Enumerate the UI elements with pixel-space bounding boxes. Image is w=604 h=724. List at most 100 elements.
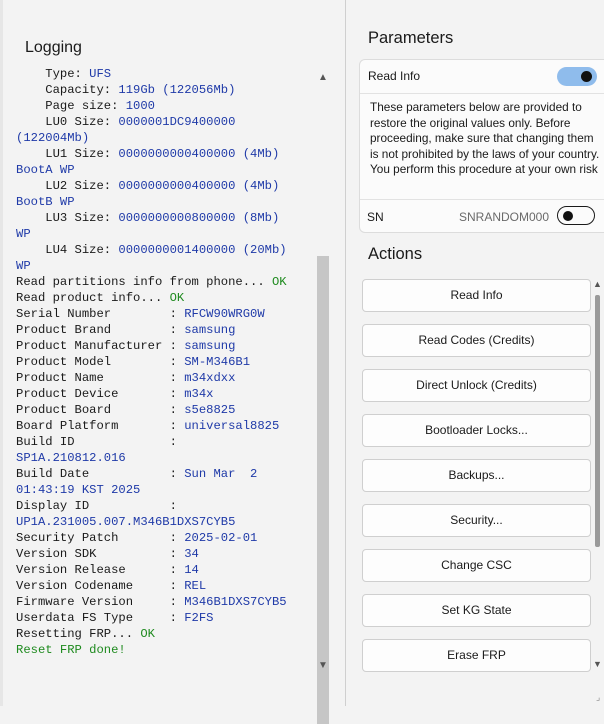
log-value: 0000000001400000 (20Mb) [118, 243, 287, 257]
log-text: LU3 Size: [16, 211, 119, 225]
log-line: (122004Mb) [16, 130, 314, 146]
read-info-toggle[interactable] [557, 67, 597, 86]
chevron-up-icon[interactable]: ▲ [593, 279, 602, 289]
log-line: Product Board : s5e8825 [16, 402, 314, 418]
chevron-down-icon[interactable]: ▼ [593, 659, 602, 669]
chevron-down-icon[interactable]: ▼ [318, 660, 328, 671]
log-text: Product Device : [16, 387, 185, 401]
log-value: RFCW90WRG0W [184, 307, 265, 321]
log-value: 0000000000400000 (4Mb) [118, 179, 280, 193]
log-line: Read product info... OK [16, 290, 314, 306]
log-output[interactable]: Type: UFS Capacity: 119Gb (122056Mb) Pag… [16, 66, 314, 666]
log-value: M346B1DXS7CYB5 [184, 595, 287, 609]
log-line: Capacity: 119Gb (122056Mb) [16, 82, 314, 98]
log-scrollbar[interactable]: ▲ ▼ [315, 66, 331, 724]
bootloader-locks-button[interactable]: Bootloader Locks... [362, 414, 591, 447]
set-kg-state-button[interactable]: Set KG State [362, 594, 591, 627]
window-edge [0, 0, 3, 706]
parameters-card: Read Info These parameters below are pro… [359, 59, 604, 233]
log-value: WP [16, 227, 31, 241]
log-line: Firmware Version : M346B1DXS7CYB5 [16, 594, 314, 610]
resize-grip-icon[interactable]: ⌟ [596, 692, 600, 703]
toggle-knob [581, 71, 592, 82]
log-line: 01:43:19 KST 2025 [16, 482, 314, 498]
log-scroll-thumb[interactable] [317, 256, 329, 724]
actions-scrollbar[interactable]: ▲ ▼ [590, 277, 604, 673]
log-value: 34 [184, 547, 199, 561]
log-line: WP [16, 226, 314, 242]
log-value: 1000 [125, 99, 155, 113]
sn-value: SNRANDOM000 [459, 210, 550, 224]
log-line: Board Platform : universal8825 [16, 418, 314, 434]
log-ok-text: Reset FRP done! [16, 643, 126, 657]
log-ok-text: OK [169, 291, 185, 305]
log-text: Product Manufacturer : [16, 339, 185, 353]
log-line: LU1 Size: 0000000000400000 (4Mb) [16, 146, 314, 162]
log-value: (122004Mb) [16, 131, 90, 145]
right-panel: Parameters Read Info These parameters be… [346, 0, 604, 706]
log-line: Build Date : Sun Mar 2 [16, 466, 314, 482]
log-ok-text: OK [140, 627, 155, 641]
logging-panel: Logging Type: UFS Capacity: 119Gb (12205… [0, 0, 345, 724]
log-line: Security Patch : 2025-02-01 [16, 530, 314, 546]
log-line: Display ID : [16, 498, 314, 514]
log-line: WP [16, 258, 314, 274]
log-text: Product Brand : [16, 323, 185, 337]
log-value: 01:43:19 KST 2025 [16, 483, 141, 497]
actions-scroll-thumb[interactable] [595, 295, 600, 547]
log-line: LU4 Size: 0000000001400000 (20Mb) [16, 242, 314, 258]
disclaimer-text: These parameters below are provided to r… [370, 100, 600, 176]
log-text: Product Name : [16, 371, 185, 385]
log-value: samsung [184, 323, 236, 337]
log-line: Version Codename : REL [16, 578, 314, 594]
log-value: SP1A.210812.016 [16, 451, 126, 465]
log-line: Type: UFS [16, 66, 314, 82]
log-line: LU0 Size: 0000001DC9400000 [16, 114, 314, 130]
log-text: Board Platform : [16, 419, 185, 433]
direct-unlock-button[interactable]: Direct Unlock (Credits) [362, 369, 591, 402]
log-text: Version Codename : [16, 579, 185, 593]
log-text: Type: [16, 67, 90, 81]
log-value: 14 [184, 563, 199, 577]
log-text: Product Board : [16, 403, 185, 417]
log-value: Sun Mar 2 [184, 467, 258, 481]
read-codes-button[interactable]: Read Codes (Credits) [362, 324, 591, 357]
chevron-up-icon[interactable]: ▲ [318, 72, 328, 83]
log-line: LU2 Size: 0000000000400000 (4Mb) [16, 178, 314, 194]
read-info-button[interactable]: Read Info [362, 279, 591, 312]
log-line: Version SDK : 34 [16, 546, 314, 562]
log-text: Product Model : [16, 355, 185, 369]
log-text: Build ID : [16, 435, 177, 449]
log-line: Version Release : 14 [16, 562, 314, 578]
logging-title: Logging [25, 39, 82, 56]
security-button[interactable]: Security... [362, 504, 591, 537]
log-value: BootA WP [16, 163, 75, 177]
sn-toggle[interactable] [557, 206, 595, 225]
log-line: UP1A.231005.007.M346B1DXS7CYB5 [16, 514, 314, 530]
log-text: Capacity: [16, 83, 119, 97]
log-value: UFS [89, 67, 112, 81]
log-value: 0000001DC9400000 [118, 115, 236, 129]
log-text: LU4 Size: [16, 243, 119, 257]
log-line: BootB WP [16, 194, 314, 210]
backups-button[interactable]: Backups... [362, 459, 591, 492]
log-value: universal8825 [184, 419, 280, 433]
log-text: LU1 Size: [16, 147, 119, 161]
toggle-knob [563, 211, 573, 221]
log-value: s5e8825 [184, 403, 236, 417]
log-text: Read product info... [16, 291, 170, 305]
log-value: m34x [184, 387, 214, 401]
erase-frp-button[interactable]: Erase FRP [362, 639, 591, 672]
log-text: Userdata FS Type : [16, 611, 185, 625]
log-line: Product Model : SM-M346B1 [16, 354, 314, 370]
log-text: Security Patch : [16, 531, 185, 545]
log-value: REL [184, 579, 207, 593]
log-line: LU3 Size: 0000000000800000 (8Mb) [16, 210, 314, 226]
log-line: SP1A.210812.016 [16, 450, 314, 466]
log-value: 119Gb (122056Mb) [118, 83, 236, 97]
log-line: Userdata FS Type : F2FS [16, 610, 314, 626]
log-text: Resetting FRP... [16, 627, 141, 641]
log-line: Build ID : [16, 434, 314, 450]
change-csc-button[interactable]: Change CSC [362, 549, 591, 582]
log-value: SM-M346B1 [184, 355, 251, 369]
